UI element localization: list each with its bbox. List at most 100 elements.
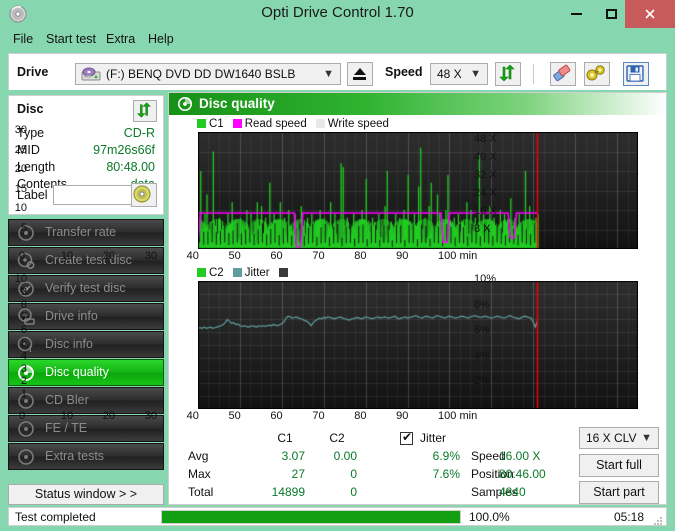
menu-bar: File Start test Extra Help	[0, 28, 675, 50]
disc-icon	[17, 448, 35, 466]
disc-label-button[interactable]	[131, 183, 157, 207]
sidebar-item-disc-quality[interactable]: Disc quality	[8, 359, 164, 386]
axis-tick-label: 60	[270, 410, 283, 422]
chart1-legend: C1 Read speed Write speed	[197, 118, 398, 130]
legend-swatch-icon	[197, 119, 206, 128]
stats-header-c1: C1	[277, 431, 293, 445]
refresh-button[interactable]	[495, 62, 521, 86]
progress-bar	[161, 510, 461, 524]
sidebar-item-label: Disc quality	[45, 365, 109, 379]
status-window-button[interactable]: Status window > >	[8, 484, 164, 505]
eject-button[interactable]	[347, 62, 373, 86]
progress-percent: 100.0%	[469, 510, 510, 524]
chart2-legend: C2 Jitter	[197, 267, 291, 279]
sidebar-item-drive-info[interactable]: Drive info	[8, 303, 164, 330]
sidebar-item-fe-te[interactable]: FE / TE	[8, 415, 164, 442]
write-speed-value: 16 X CLV	[586, 431, 637, 445]
sidebar-item-label: Drive info	[45, 309, 98, 323]
axis-tick-label: 24 X	[474, 187, 497, 199]
close-icon	[645, 9, 655, 19]
speed-label: Speed	[385, 65, 423, 79]
disc-refresh-button[interactable]	[133, 100, 157, 122]
stats-total-c1: 14899	[271, 485, 305, 499]
disc-label-input[interactable]	[53, 185, 139, 205]
sidebar-item-cd-bler[interactable]: CD Bler	[8, 387, 164, 414]
toolbar: Drive (F:) BENQ DVD DD DW1640 BSLB ▼ Spe…	[8, 53, 667, 90]
jitter-avg-value: 6.9%	[432, 449, 460, 463]
start-part-button[interactable]: Start part	[579, 481, 659, 504]
axis-tick-label: 5	[20, 337, 27, 349]
axis-tick-label: 90	[396, 410, 409, 422]
stats-avg-c1: 3.07	[281, 449, 305, 463]
stats-row-label-total: Total	[188, 485, 214, 499]
panel-title: Disc quality	[199, 96, 275, 111]
axis-tick-label: 7	[20, 311, 27, 324]
axis-tick-label: 1	[20, 388, 27, 401]
sidebar-item-label: FE / TE	[45, 421, 88, 435]
erase-button[interactable]	[550, 62, 576, 86]
disc-panel-title: Disc	[17, 102, 44, 116]
status-text: Test completed	[15, 510, 96, 524]
axis-tick-label: 8	[20, 298, 27, 311]
stats-row-label-avg: Avg	[188, 449, 209, 463]
c1-read-speed-chart	[198, 132, 638, 249]
sidebar-item-label: Transfer rate	[45, 225, 117, 239]
close-button[interactable]	[625, 0, 675, 28]
axis-tick-label: 100 min	[438, 410, 478, 422]
sidebar-item-create-test-disc[interactable]: Create test disc	[8, 247, 164, 274]
panel-header: Disc quality	[169, 93, 666, 115]
axis-tick-label: 0	[19, 410, 26, 422]
axis-tick-label: 30	[144, 410, 157, 422]
floppy-save-icon	[626, 65, 644, 82]
speed-select[interactable]: 48 X ▼	[430, 63, 488, 85]
axis-tick-label: 10	[14, 202, 27, 214]
save-button[interactable]	[623, 62, 649, 86]
axis-tick-label: 10	[14, 273, 27, 285]
sidebar-item-transfer-rate[interactable]: Transfer rate	[8, 219, 164, 246]
axis-tick-label: 15	[14, 182, 27, 195]
disc-quality-panel: Disc quality C1 Read speed Write speed C2 J…	[168, 92, 667, 505]
chevron-down-icon: ▼	[323, 68, 334, 80]
sidebar-item-disc-info[interactable]: i Disc info	[8, 331, 164, 358]
stats-max-c1: 27	[291, 467, 305, 481]
drive-select[interactable]: (F:) BENQ DVD DD DW1640 BSLB ▼	[75, 63, 341, 85]
chevron-down-icon: ▼	[470, 68, 481, 80]
menu-item-file[interactable]: File	[8, 30, 38, 48]
write-speed-select[interactable]: 16 X CLV ▼	[579, 427, 659, 449]
stats-avg-c2: 0.00	[333, 449, 357, 463]
jitter-checkbox[interactable]	[400, 430, 413, 445]
resize-grip[interactable]	[653, 513, 663, 525]
minimize-button[interactable]	[562, 0, 590, 28]
axis-tick-label: 9	[20, 285, 27, 298]
legend-swatch-icon	[315, 119, 325, 128]
axis-tick-label: 10	[60, 410, 74, 422]
refresh-arrows-icon	[499, 64, 515, 82]
axis-tick-label: 10	[60, 250, 74, 262]
chevron-down-icon: ▼	[641, 432, 652, 444]
tools-button[interactable]	[584, 62, 610, 86]
speed-field-value: 16.00 X	[499, 449, 541, 463]
samples-field-value: 4840	[499, 485, 526, 499]
legend-item-read-speed: Read speed	[232, 118, 307, 130]
axis-tick-label: 6%	[474, 324, 490, 337]
axis-tick-label: 4	[20, 349, 27, 362]
axis-tick-label: 25	[14, 143, 27, 156]
maximize-button[interactable]	[597, 0, 625, 28]
sidebar-item-verify-test-disc[interactable]: Verify test disc	[8, 275, 164, 302]
menu-item-extra[interactable]: Extra	[101, 30, 140, 48]
axis-tick-label: 40 X	[474, 151, 497, 163]
menu-item-start-test[interactable]: Start test	[41, 30, 101, 48]
axis-tick-label: 70	[312, 250, 325, 262]
disc-quality-icon	[177, 96, 193, 112]
menu-item-help[interactable]: Help	[143, 30, 179, 48]
drive-value: (F:) BENQ DVD DD DW1640 BSLB	[106, 67, 296, 81]
axis-tick-label: 2	[20, 375, 27, 388]
axis-tick-label: 3	[20, 362, 27, 375]
axis-tick-label: 50	[228, 410, 241, 422]
sidebar-item-extra-tests[interactable]: Extra tests	[8, 443, 164, 470]
start-full-button[interactable]: Start full	[579, 454, 659, 477]
axis-tick-label: 8 X	[474, 223, 491, 235]
axis-tick-label: 20	[102, 250, 116, 262]
axis-tick-label: 100 min	[438, 250, 478, 262]
axis-tick-label: 32 X	[474, 169, 497, 181]
